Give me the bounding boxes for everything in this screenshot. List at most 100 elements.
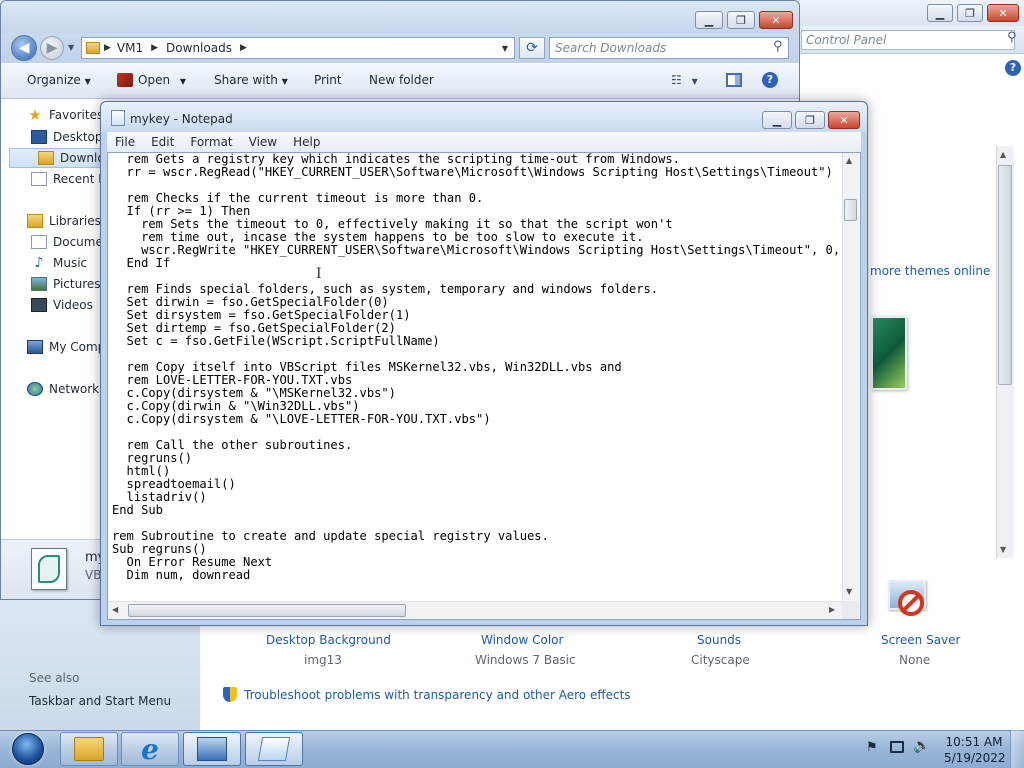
scrollbar-thumb[interactable] [128,604,406,617]
scroll-up-icon[interactable]: ▲ [846,156,852,165]
scroll-right-icon[interactable]: ▶ [829,605,835,614]
clock-time: 10:51 AM [945,735,1003,749]
sidebar-item-videos[interactable]: Videos [1,295,105,315]
screen-saver-icon[interactable] [880,578,938,628]
maximize-button[interactable]: ❐ [795,111,825,129]
start-button[interactable] [2,730,54,768]
theme-thumbnail[interactable] [871,316,907,390]
show-desktop-button[interactable] [1010,730,1024,768]
sidebar-item-libraries[interactable]: Libraries [1,211,105,231]
search-icon: ⚲ [773,39,783,54]
menu-help[interactable]: Help [285,135,328,149]
sidebar-item-recent-places[interactable]: Recent Places [1,169,105,189]
navigation-pane: ★ Favorites Desktop Downloads Recent Plac… [1,99,105,539]
window-color-link[interactable]: Window Color [481,633,563,647]
sidebar-item-desktop[interactable]: Desktop [1,127,105,147]
address-bar[interactable]: ▶ VM1 ▶ Downloads ▶ ▼ [81,37,515,59]
recent-places-icon [31,172,47,186]
menu-file[interactable]: File [107,135,143,149]
breadcrumb-downloads[interactable]: Downloads [166,41,232,55]
sidebar-item-label: Network [49,382,100,396]
documents-icon [31,235,47,249]
explorer-search-input[interactable]: Search Downloads [549,37,789,59]
scrollbar-thumb[interactable] [844,199,857,221]
forward-arrow-icon[interactable]: ▶ [40,36,64,60]
scroll-down-icon[interactable]: ▼ [846,587,852,596]
scroll-up-icon[interactable]: ▲ [1000,150,1006,159]
help-icon[interactable]: ? [762,72,778,88]
print-button[interactable]: Print [314,73,342,87]
scroll-left-icon[interactable]: ◀ [112,605,118,614]
help-icon[interactable]: ? [1005,60,1021,76]
notepad-window: mykey - Notepad ▁ ❐ ✕ File Edit Format V… [100,101,868,626]
volume-icon[interactable]: 🔈 [913,738,930,754]
close-button[interactable]: ✕ [987,4,1019,22]
sidebar-item-music[interactable]: ♪ Music [1,253,105,273]
scroll-down-icon[interactable]: ▼ [1000,545,1006,554]
back-arrow-icon[interactable]: ◀ [11,35,37,61]
sidebar-item-pictures[interactable]: Pictures [1,274,105,294]
videos-icon [31,298,47,312]
sidebar-item-label: Videos [53,298,93,312]
menu-edit[interactable]: Edit [143,135,182,149]
address-dropdown-icon[interactable]: ▼ [502,44,508,53]
minimize-button[interactable]: ▁ [927,4,953,22]
view-options-icon[interactable]: ☷ ▼ [671,73,698,87]
close-button[interactable]: ✕ [759,11,793,29]
taskbar-explorer-button[interactable] [60,732,118,766]
notepad-menubar: File Edit Format View Help [107,132,861,152]
pictures-icon [31,277,47,291]
action-center-flag-icon[interactable]: ⚑ [866,740,878,755]
notepad-text-area[interactable]: rem Gets a registry key which indicates … [112,153,838,599]
search-icon: ⚲ [1007,30,1017,45]
breadcrumb-separator-icon: ▶ [151,43,159,53]
sidebar-item-label: Favorites [49,108,104,122]
window-color-value: Windows 7 Basic [475,653,576,667]
preview-pane-icon[interactable] [726,73,742,87]
vertical-scrollbar[interactable]: ▲ ▼ [842,153,859,601]
sidebar-item-documents[interactable]: Documents [1,232,105,252]
refresh-icon[interactable]: ⟳ [519,37,545,59]
search-placeholder: Search Downloads [555,41,667,55]
close-button[interactable]: ✕ [828,111,860,129]
control-panel-search-input[interactable]: Control Panel [801,30,1015,50]
sidebar-item-network[interactable]: Network [1,379,105,399]
notepad-editor[interactable]: rem Gets a registry key which indicates … [107,152,861,620]
more-themes-link[interactable]: more themes online [870,264,990,278]
sidebar-item-favorites[interactable]: ★ Favorites [1,105,105,125]
desktop-background-link[interactable]: Desktop Background [266,633,391,647]
sidebar-item-label: Music [53,256,88,270]
maximize-button[interactable]: ❐ [727,11,755,29]
taskbar-start-menu-link[interactable]: Taskbar and Start Menu [29,694,171,708]
sounds-value: Cityscape [691,653,750,667]
network-tray-icon[interactable] [890,741,904,753]
sidebar-item-label: Libraries [49,214,101,228]
sidebar-item-my-computer[interactable]: My Computer [1,337,105,357]
sidebar-item-label: My Computer [49,340,105,354]
organize-button[interactable]: Organize ▼ [27,73,91,87]
share-with-button[interactable]: Share with ▼ [214,73,288,87]
menu-view[interactable]: View [241,135,285,149]
internet-explorer-icon: e [141,732,159,766]
open-button[interactable]: Open ▼ [138,73,186,87]
vbscript-file-icon [31,548,67,590]
troubleshoot-aero-link[interactable]: Troubleshoot problems with transparency … [244,688,631,702]
horizontal-scrollbar[interactable]: ◀ ▶ [108,601,842,619]
recent-pages-icon[interactable]: ▼ [68,43,74,52]
text-cursor-icon: I [316,266,322,282]
menu-format[interactable]: Format [182,135,240,149]
new-folder-button[interactable]: New folder [369,73,434,87]
screen-saver-link[interactable]: Screen Saver [881,633,960,647]
sidebar-item-downloads[interactable]: Downloads [9,148,105,168]
taskbar-ie-button[interactable]: e [121,732,179,766]
breadcrumb-vm1[interactable]: VM1 [117,41,143,55]
minimize-button[interactable]: ▁ [695,11,723,29]
taskbar-control-panel-button[interactable] [183,732,241,766]
minimize-button[interactable]: ▁ [762,111,792,129]
sounds-link[interactable]: Sounds [697,633,741,647]
taskbar-clock[interactable]: 10:51 AM 5/19/2022 [944,734,1006,766]
share-with-label: Share with [214,73,278,87]
scrollbar-thumb[interactable] [998,165,1012,385]
taskbar-notepad-button[interactable] [245,732,303,766]
maximize-button[interactable]: ❐ [957,4,983,22]
